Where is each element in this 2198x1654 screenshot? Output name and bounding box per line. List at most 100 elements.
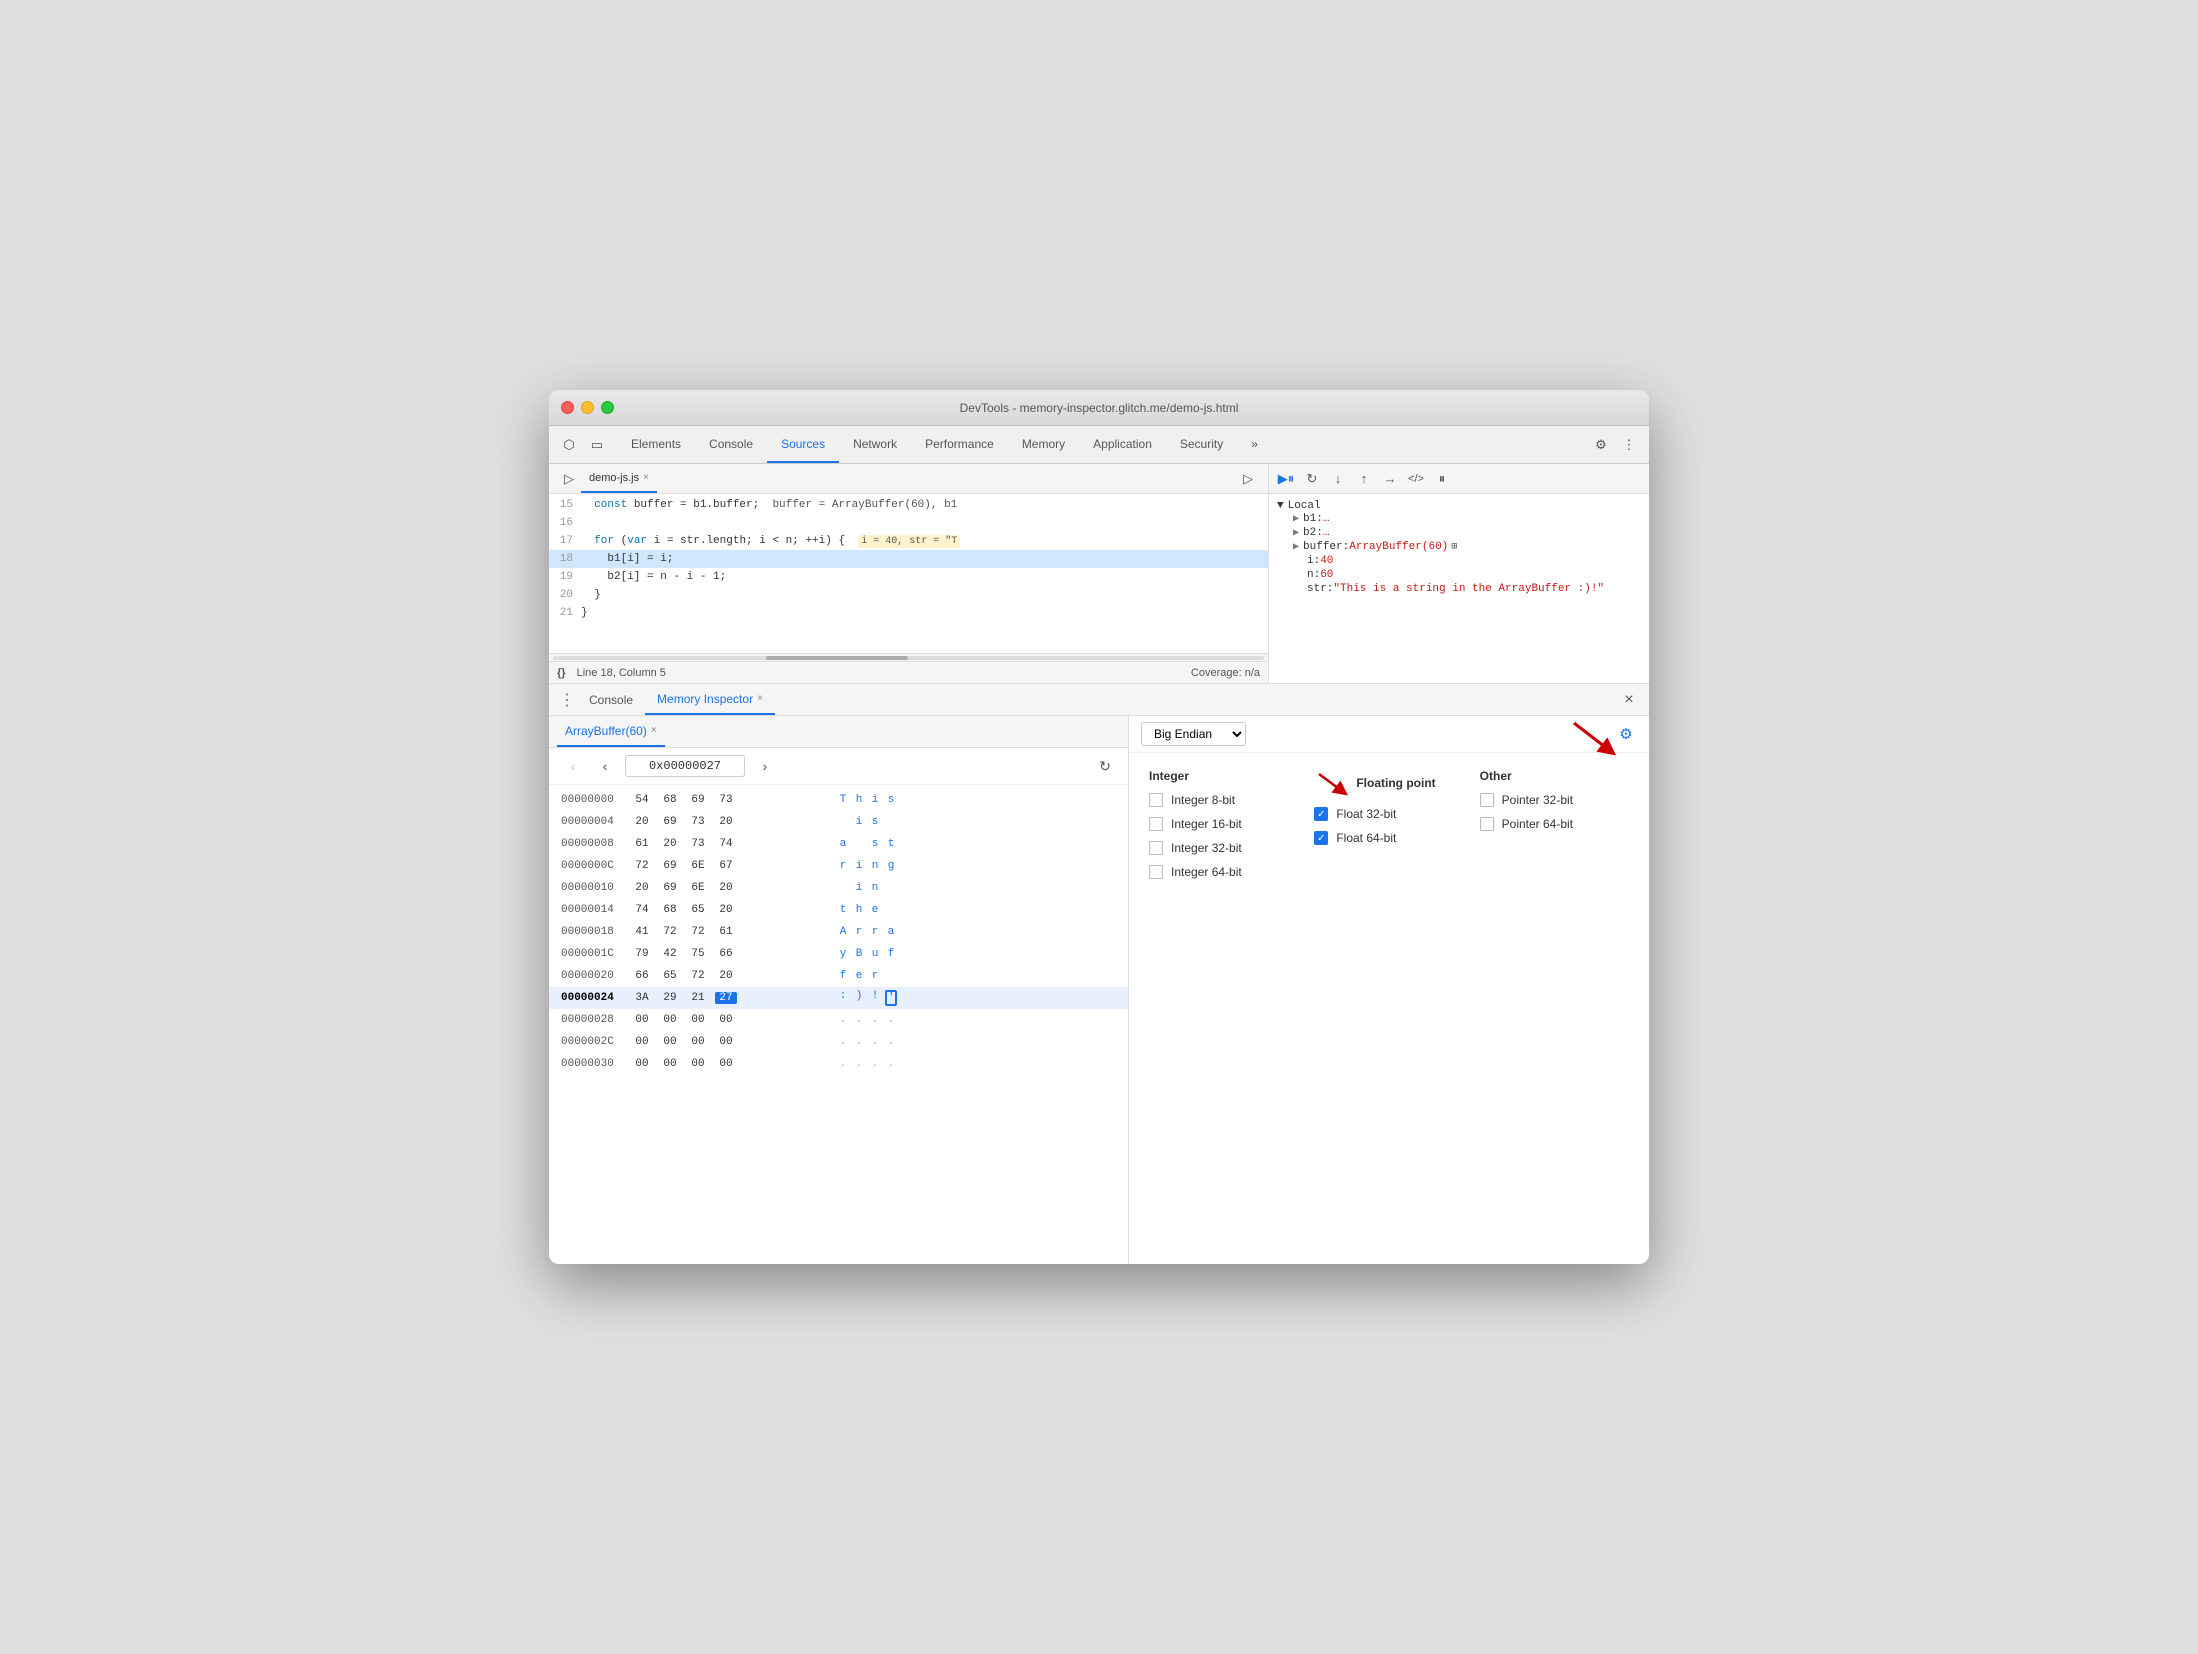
code-line-21: 21 } — [549, 604, 1268, 622]
tab-more[interactable]: » — [1237, 426, 1272, 463]
integer-32bit-label: Integer 32-bit — [1171, 841, 1242, 855]
step-btn[interactable]: → — [1379, 468, 1401, 490]
tab-console[interactable]: Console — [695, 426, 767, 463]
memory-inspector-tab-close[interactable]: × — [757, 693, 763, 704]
devtools-right-icons: ⚙ ⋮ — [1589, 433, 1641, 457]
tab-elements[interactable]: Elements — [617, 426, 695, 463]
endian-select[interactable]: Big Endian Little Endian — [1141, 722, 1246, 746]
maximize-button[interactable] — [601, 401, 614, 414]
nav-next-btn[interactable]: › — [753, 754, 777, 778]
bottom-tab-right: × — [1617, 688, 1641, 712]
memory-inspector-body: ArrayBuffer(60) × ‹ ‹ › ↻ — [549, 716, 1649, 1264]
scope-item-b1: ▶ b1: … — [1277, 512, 1641, 526]
scope-local-expand: ▼ — [1277, 500, 1284, 512]
pointer-32bit-label: Pointer 32-bit — [1502, 793, 1573, 807]
pause-btn[interactable]: ⏸ — [1431, 468, 1453, 490]
integer-16bit-checkbox[interactable] — [1149, 817, 1163, 831]
scope-toolbar: ▶⏸ ↻ ↓ ↑ → </> ⏸ — [1269, 464, 1649, 494]
float-64bit-label: Float 64-bit — [1336, 831, 1396, 845]
scope-local-header[interactable]: ▼ Local — [1277, 500, 1641, 512]
source-file-tab[interactable]: demo-js.js × — [581, 464, 657, 493]
arraybuffer-icon: ⊞ — [1451, 541, 1457, 553]
tab-memory[interactable]: Memory — [1008, 426, 1079, 463]
step-over-btn[interactable]: ↻ — [1301, 468, 1323, 490]
integer-column: Integer Integer 8-bit Integer 16-bit — [1149, 769, 1298, 889]
settings-icon[interactable]: ⚙ — [1589, 433, 1613, 457]
bottom-tab-console[interactable]: Console — [577, 684, 645, 715]
pointer-32bit-row: Pointer 32-bit — [1480, 793, 1629, 807]
step-out-btn[interactable]: ↑ — [1353, 468, 1375, 490]
address-input[interactable] — [625, 755, 745, 777]
hex-row: 00000018 41 72 72 61 A r r — [549, 921, 1128, 943]
source-panel: ▷ demo-js.js × ▷ 15 const buffer = b1.bu… — [549, 464, 1269, 683]
integer-16bit-row: Integer 16-bit — [1149, 817, 1298, 831]
device-icon[interactable]: ▭ — [585, 433, 609, 457]
inspector-columns: Integer Integer 8-bit Integer 16-bit — [1149, 769, 1629, 889]
source-tab-close[interactable]: × — [643, 472, 649, 483]
arraybuffer-tab[interactable]: ArrayBuffer(60) × — [557, 716, 665, 747]
arraybuffer-label: ArrayBuffer(60) — [565, 724, 647, 738]
hex-row: 0000000C 72 69 6E 67 r i n — [549, 855, 1128, 877]
scope-item-buffer: ▶ buffer: ArrayBuffer(60) ⊞ — [1277, 540, 1641, 554]
more-options-icon[interactable]: ⋮ — [1617, 433, 1641, 457]
format-icon[interactable]: ▷ — [1236, 467, 1260, 491]
cursor-icon[interactable]: ⬡ — [557, 433, 581, 457]
devtools-body: ▷ demo-js.js × ▷ 15 const buffer = b1.bu… — [549, 464, 1649, 1264]
code-line-16: 16 — [549, 514, 1268, 532]
hex-row: 00000004 20 69 73 20 i s — [549, 811, 1128, 833]
tab-network[interactable]: Network — [839, 426, 911, 463]
code-line-20: 20 } — [549, 586, 1268, 604]
bottom-tab-bar: ⋮ Console Memory Inspector × × — [549, 684, 1649, 716]
integer-8bit-label: Integer 8-bit — [1171, 793, 1235, 807]
float-64bit-checkbox[interactable] — [1314, 831, 1328, 845]
coverage: Coverage: n/a — [1191, 667, 1260, 679]
float-64bit-row: Float 64-bit — [1314, 831, 1463, 845]
deactivate-btn[interactable]: </> — [1405, 468, 1427, 490]
nav-prev-btn[interactable]: ‹ — [593, 754, 617, 778]
curly-braces-icon: {} — [557, 667, 566, 679]
hex-row: 0000001C 79 42 75 66 y B u — [549, 943, 1128, 965]
pointer-64bit-label: Pointer 64-bit — [1502, 817, 1573, 831]
bottom-close-icon[interactable]: × — [1617, 688, 1641, 712]
hex-row: 0000002C 00 00 00 00 . . . — [549, 1031, 1128, 1053]
run-icon[interactable]: ▷ — [557, 467, 581, 491]
tab-sources[interactable]: Sources — [767, 426, 839, 463]
scope-item-n: n: 60 — [1277, 568, 1641, 582]
integer-16bit-label: Integer 16-bit — [1171, 817, 1242, 831]
tab-menu-icon[interactable]: ⋮ — [557, 690, 577, 710]
scope-local-label: Local — [1288, 500, 1321, 512]
integer-8bit-checkbox[interactable] — [1149, 793, 1163, 807]
float-32bit-label: Float 32-bit — [1336, 807, 1396, 821]
integer-64bit-row: Integer 64-bit — [1149, 865, 1298, 879]
bottom-tab-memory-inspector[interactable]: Memory Inspector × — [645, 684, 775, 715]
minimize-button[interactable] — [581, 401, 594, 414]
scroll-thumb — [766, 656, 908, 660]
resume-btn[interactable]: ▶⏸ — [1275, 468, 1297, 490]
step-into-btn[interactable]: ↓ — [1327, 468, 1349, 490]
close-button[interactable] — [561, 401, 574, 414]
tab-performance[interactable]: Performance — [911, 426, 1008, 463]
hex-panel: ArrayBuffer(60) × ‹ ‹ › ↻ — [549, 716, 1129, 1264]
code-line-17: 17 for (var i = str.length; i < n; ++i) … — [549, 532, 1268, 550]
scope-content: ▼ Local ▶ b1: … ▶ b2: … — [1269, 494, 1649, 683]
pointer-64bit-row: Pointer 64-bit — [1480, 817, 1629, 831]
refresh-btn[interactable]: ↻ — [1094, 755, 1116, 777]
tab-security[interactable]: Security — [1166, 426, 1237, 463]
pointer-64bit-checkbox[interactable] — [1480, 817, 1494, 831]
top-section: ▷ demo-js.js × ▷ 15 const buffer = b1.bu… — [549, 464, 1649, 684]
arraybuffer-close[interactable]: × — [651, 725, 657, 736]
hex-row: 00000000 54 68 69 73 T h i — [549, 789, 1128, 811]
float-32bit-checkbox[interactable] — [1314, 807, 1328, 821]
tab-application[interactable]: Application — [1079, 426, 1166, 463]
pointer-32bit-checkbox[interactable] — [1480, 793, 1494, 807]
integer-label: Integer — [1149, 769, 1298, 783]
integer-32bit-checkbox[interactable] — [1149, 841, 1163, 855]
hex-row-selected: 00000024 3A 29 21 27 : ) ! — [549, 987, 1128, 1009]
integer-64bit-checkbox[interactable] — [1149, 865, 1163, 879]
source-scrollbar[interactable] — [549, 653, 1268, 661]
traffic-lights — [561, 401, 614, 414]
inspector-toolbar: Big Endian Little Endian ⚙ — [1129, 716, 1649, 753]
nav-back-btn[interactable]: ‹ — [561, 754, 585, 778]
devtools-window: DevTools - memory-inspector.glitch.me/de… — [549, 390, 1649, 1264]
gear-icon[interactable]: ⚙ — [1615, 723, 1637, 745]
